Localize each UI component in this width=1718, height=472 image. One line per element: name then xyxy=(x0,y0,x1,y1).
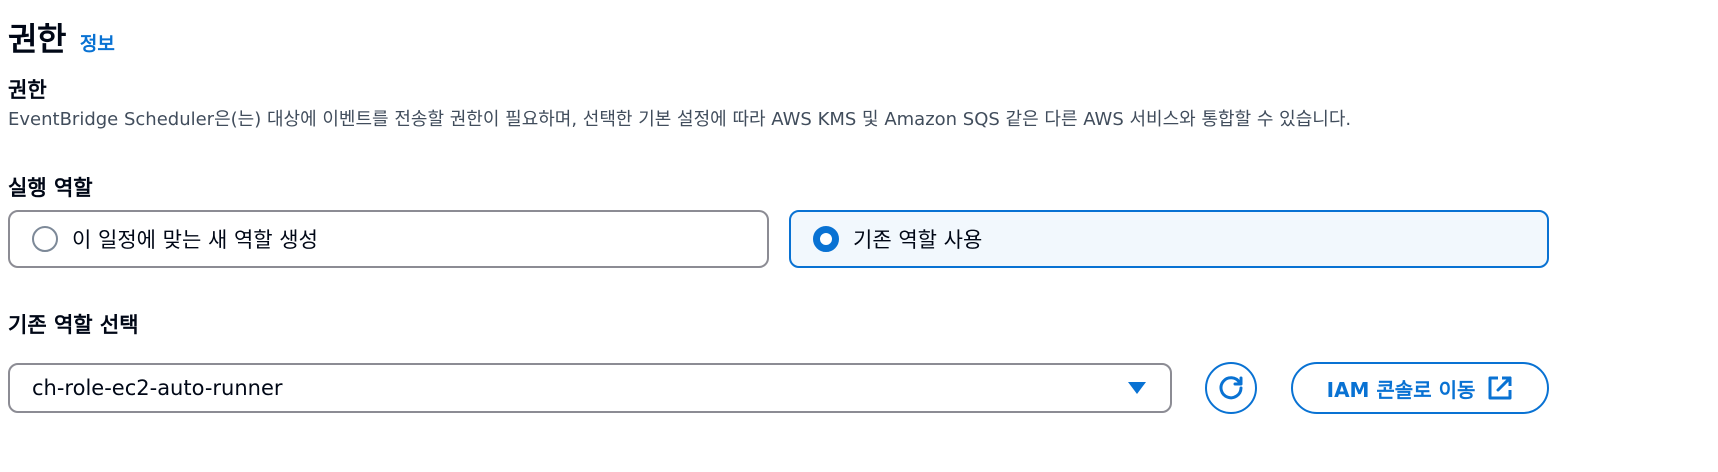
iam-console-button-label: IAM 콘솔로 이동 xyxy=(1326,377,1476,402)
radio-tile-use-existing-role[interactable]: 기존 역할 사용 xyxy=(789,210,1549,268)
page-header: 권한 정보 xyxy=(8,14,115,60)
go-to-iam-console-button[interactable]: IAM 콘솔로 이동 xyxy=(1291,362,1549,414)
permissions-label: 권한 xyxy=(8,78,47,102)
radio-button-use-existing-role[interactable] xyxy=(813,226,839,252)
refresh-icon xyxy=(1219,376,1243,400)
page-title: 권한 xyxy=(8,20,66,58)
caret-down-icon[interactable] xyxy=(1128,382,1146,394)
existing-role-select-label: 기존 역할 선택 xyxy=(8,313,139,337)
permissions-panel: 권한 정보 권한 EventBridge Scheduler은(는) 대상에 이… xyxy=(0,0,1718,472)
existing-role-select-value: ch-role-ec2-auto-runner xyxy=(32,376,283,400)
permissions-description: EventBridge Scheduler은(는) 대상에 이벤트를 전송할 권… xyxy=(8,109,1352,130)
refresh-button[interactable] xyxy=(1205,362,1257,414)
radio-tile-create-new-role[interactable]: 이 일정에 맞는 새 역할 생성 xyxy=(8,210,769,268)
radio-button-create-new-role[interactable] xyxy=(32,226,58,252)
radio-label-use-existing-role: 기존 역할 사용 xyxy=(853,228,983,252)
execution-role-label: 실행 역할 xyxy=(8,176,93,200)
info-link[interactable]: 정보 xyxy=(80,29,115,56)
radio-label-create-new-role: 이 일정에 맞는 새 역할 생성 xyxy=(72,228,318,252)
existing-role-select[interactable]: ch-role-ec2-auto-runner xyxy=(8,363,1172,413)
external-link-icon xyxy=(1488,376,1512,400)
